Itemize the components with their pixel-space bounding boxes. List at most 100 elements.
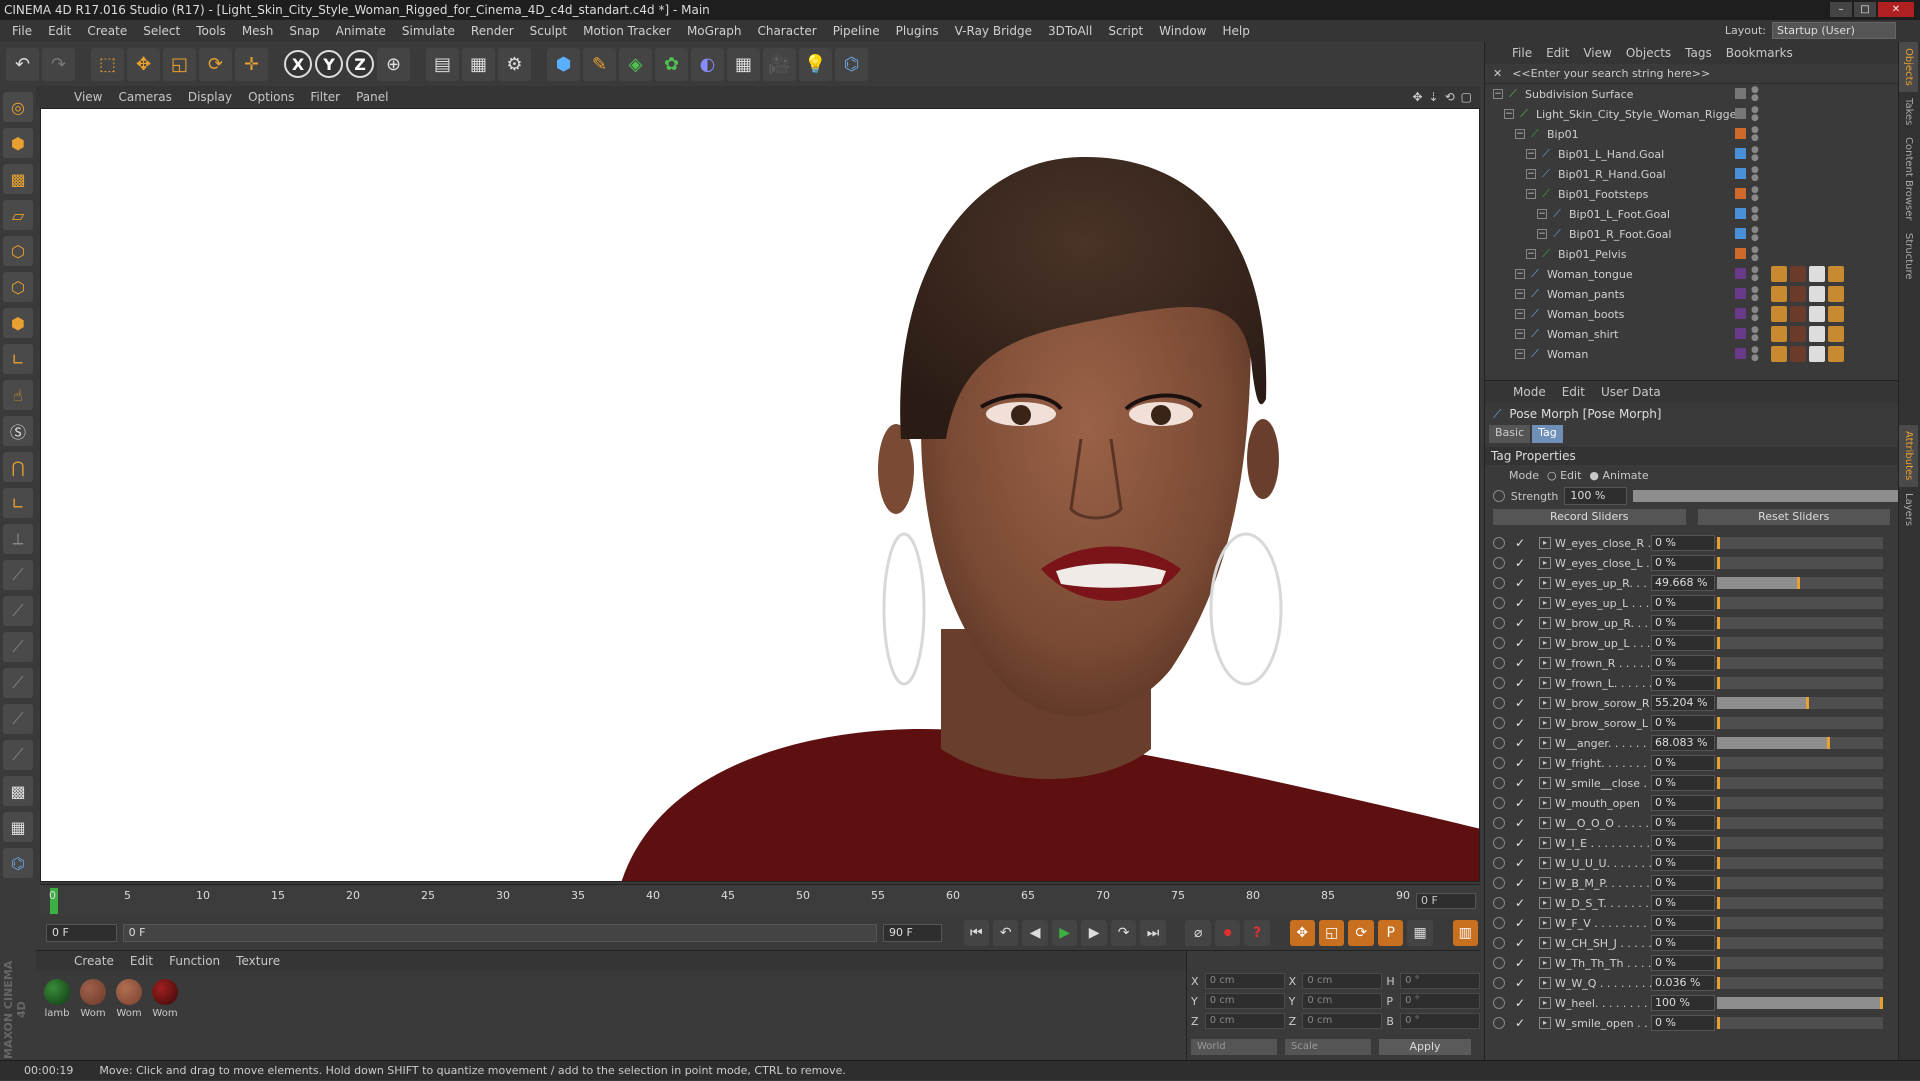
morph-value-field[interactable]: 0 %: [1651, 635, 1715, 651]
maximize-button[interactable]: □: [1854, 2, 1876, 17]
expand-toggle-icon[interactable]: −: [1493, 89, 1503, 99]
object-name[interactable]: Woman_boots: [1547, 308, 1624, 321]
morph-value-field[interactable]: 0 %: [1651, 795, 1715, 811]
expand-toggle-icon[interactable]: −: [1515, 129, 1525, 139]
morph-value-field[interactable]: 100 %: [1651, 995, 1715, 1011]
menu-motion-tracker[interactable]: Motion Tracker: [575, 24, 679, 38]
morph-value-field[interactable]: 0.036 %: [1651, 975, 1715, 991]
object-row[interactable]: − ⟋ Bip01_L_Hand.Goal ● ●: [1485, 144, 1898, 164]
enable-checkbox[interactable]: ✓: [1515, 756, 1529, 770]
pen-spline-icon[interactable]: ✎: [583, 47, 616, 81]
make-editable-icon[interactable]: ◎: [3, 92, 33, 122]
menu-mesh[interactable]: Mesh: [234, 24, 282, 38]
size-x-field[interactable]: 0 cm: [1302, 973, 1383, 989]
enable-checkbox[interactable]: ✓: [1515, 1016, 1529, 1030]
enable-checkbox[interactable]: ✓: [1515, 636, 1529, 650]
tag-icon[interactable]: [1771, 286, 1787, 302]
rotation-h-field[interactable]: 0 °: [1400, 973, 1481, 989]
morph-slider[interactable]: [1717, 557, 1883, 569]
viewport-menu-options[interactable]: Options: [240, 90, 302, 104]
orbit-icon[interactable]: ⟲: [1445, 90, 1455, 104]
layout-dropdown[interactable]: Startup (User): [1772, 22, 1896, 39]
animate-toggle-icon[interactable]: [1493, 537, 1505, 549]
undo-icon[interactable]: ↶: [6, 47, 39, 81]
tag-icon[interactable]: [1790, 286, 1806, 302]
animate-toggle-icon[interactable]: [1493, 797, 1505, 809]
object-row[interactable]: − ⟋ Woman_pants ● ●: [1485, 284, 1898, 304]
viewport-menu-filter[interactable]: Filter: [302, 90, 348, 104]
side-tab-layers[interactable]: Layers: [1899, 487, 1918, 532]
render-view-icon[interactable]: ▤: [426, 47, 459, 81]
visibility-dots-icon[interactable]: ● ●: [1751, 206, 1759, 223]
enable-checkbox[interactable]: ✓: [1515, 676, 1529, 690]
play-icon[interactable]: ▶: [1051, 920, 1078, 946]
pan-icon[interactable]: ✥: [1412, 90, 1422, 104]
animate-toggle-icon[interactable]: [1493, 577, 1505, 589]
morph-slider[interactable]: [1717, 577, 1883, 589]
object-name[interactable]: Bip01_L_Hand.Goal: [1558, 148, 1664, 161]
tag-icon[interactable]: [1809, 346, 1825, 362]
layer-color-swatch[interactable]: [1735, 128, 1746, 139]
object-name[interactable]: Woman_shirt: [1547, 328, 1618, 341]
animate-toggle-icon[interactable]: [1493, 1017, 1505, 1029]
layer-color-swatch[interactable]: [1735, 168, 1746, 179]
grid-icon[interactable]: ▦: [3, 812, 33, 842]
close-button[interactable]: ✕: [1878, 2, 1914, 17]
expand-toggle-icon[interactable]: −: [1515, 329, 1525, 339]
expand-toggle-icon[interactable]: −: [1526, 189, 1536, 199]
expand-toggle-icon[interactable]: −: [1526, 169, 1536, 179]
animate-toggle-icon[interactable]: [1493, 777, 1505, 789]
tag-icon[interactable]: [1828, 326, 1844, 342]
visibility-dots-icon[interactable]: ● ●: [1751, 186, 1759, 203]
menu-select[interactable]: Select: [135, 24, 188, 38]
morph-value-field[interactable]: 49.668 %: [1651, 575, 1715, 591]
visibility-dots-icon[interactable]: ● ●: [1751, 86, 1759, 103]
enable-checkbox[interactable]: ✓: [1515, 836, 1529, 850]
animate-toggle-icon[interactable]: [1493, 557, 1505, 569]
side-tab-takes[interactable]: Takes: [1899, 92, 1918, 131]
workplane-lock-icon[interactable]: ∟: [3, 488, 33, 518]
timeline-ruler[interactable]: 0 5 10 15 20 25 30 35 40 45 50 55 60 65 …: [40, 884, 1480, 916]
recent-tool-icon[interactable]: ✛: [235, 47, 268, 81]
visibility-dots-icon[interactable]: ● ●: [1751, 306, 1759, 323]
objects-menu-bookmarks[interactable]: Bookmarks: [1719, 46, 1800, 60]
visibility-dots-icon[interactable]: ● ●: [1751, 266, 1759, 283]
object-row[interactable]: − ⟋ Bip01_R_Foot.Goal ● ●: [1485, 224, 1898, 244]
morph-slider[interactable]: [1717, 757, 1883, 769]
morph-value-field[interactable]: 0 %: [1651, 835, 1715, 851]
tag-icon[interactable]: [1809, 266, 1825, 282]
mirror-tool-icon[interactable]: ⟋: [3, 704, 33, 734]
enable-checkbox[interactable]: ✓: [1515, 576, 1529, 590]
record-sliders-button[interactable]: Record Sliders: [1493, 509, 1686, 525]
menu-file[interactable]: File: [4, 24, 40, 38]
object-name[interactable]: Woman_tongue: [1547, 268, 1633, 281]
tag-icon[interactable]: [1828, 306, 1844, 322]
morph-value-field[interactable]: 0 %: [1651, 555, 1715, 571]
expand-toggle-icon[interactable]: −: [1504, 109, 1514, 119]
z-axis-lock-icon[interactable]: Z: [346, 50, 374, 78]
animate-toggle-icon[interactable]: [1493, 997, 1505, 1009]
morph-slider[interactable]: [1717, 1017, 1883, 1029]
layer-color-swatch[interactable]: [1735, 228, 1746, 239]
x-axis-lock-icon[interactable]: X: [284, 50, 312, 78]
object-name[interactable]: Bip01_L_Foot.Goal: [1569, 208, 1670, 221]
menu-edit[interactable]: Edit: [40, 24, 79, 38]
object-name[interactable]: Bip01_R_Foot.Goal: [1569, 228, 1671, 241]
layer-color-swatch[interactable]: [1735, 348, 1746, 359]
tag-icon[interactable]: [1809, 326, 1825, 342]
layer-color-swatch[interactable]: [1735, 108, 1746, 119]
object-row[interactable]: − ⟋ Bip01_Pelvis ● ●: [1485, 244, 1898, 264]
attr-menu-mode[interactable]: Mode: [1505, 385, 1554, 399]
cloner-icon[interactable]: ✿: [655, 47, 688, 81]
morph-value-field[interactable]: 0 %: [1651, 755, 1715, 771]
animate-toggle-icon[interactable]: [1493, 917, 1505, 929]
morph-slider[interactable]: [1717, 617, 1883, 629]
enable-checkbox[interactable]: ✓: [1515, 596, 1529, 610]
snap-icon[interactable]: Ⓢ: [3, 416, 33, 446]
visibility-dots-icon[interactable]: ● ●: [1751, 146, 1759, 163]
menu-mograph[interactable]: MoGraph: [679, 24, 750, 38]
python-icon[interactable]: ⌬: [835, 47, 868, 81]
apply-button[interactable]: Apply: [1379, 1039, 1471, 1055]
morph-value-field[interactable]: 68.083 %: [1651, 735, 1715, 751]
position-z-field[interactable]: 0 cm: [1204, 1013, 1285, 1029]
